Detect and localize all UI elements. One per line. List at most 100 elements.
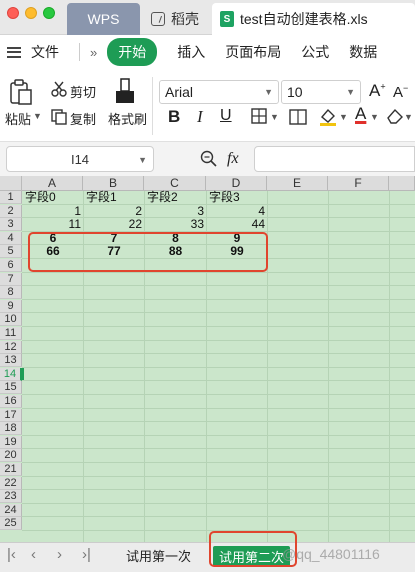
sheet-tab-1[interactable]: 试用第一次 — [126, 546, 191, 565]
format-painter-button[interactable]: 格式刷 — [108, 109, 147, 128]
cell-d3[interactable]: 44 — [207, 218, 267, 231]
first-sheet-icon[interactable]: |‹ — [7, 546, 16, 563]
grid-line — [22, 394, 415, 395]
merge-cells-icon[interactable] — [289, 107, 309, 127]
row-header-4[interactable]: 4 — [0, 232, 22, 245]
maximize-window-button[interactable] — [43, 7, 55, 19]
font-color-icon[interactable]: A — [355, 104, 366, 124]
grid-line — [22, 299, 415, 300]
row-header-12[interactable]: 12 — [0, 341, 22, 354]
copy-icon[interactable] — [51, 109, 67, 125]
paste-icon[interactable] — [9, 79, 33, 105]
tab-daoke[interactable]: 稻壳 — [143, 3, 213, 35]
eraser-icon[interactable] — [386, 108, 404, 124]
row-header-17[interactable]: 17 — [0, 409, 22, 422]
row-header-10[interactable]: 10 — [0, 313, 22, 326]
row-header-15[interactable]: 15 — [0, 381, 22, 394]
menu-insert[interactable]: 插入 — [177, 42, 205, 62]
column-header-e[interactable]: E — [267, 176, 328, 191]
menu-page-layout[interactable]: 页面布局 — [225, 42, 281, 62]
column-header-c[interactable]: C — [144, 176, 206, 191]
row-header-6[interactable]: 6 — [0, 259, 22, 272]
daoke-icon — [151, 12, 165, 26]
chevron-right-icon[interactable]: » — [90, 45, 97, 60]
column-header-a[interactable]: A — [22, 176, 83, 191]
font-family-select[interactable]: Arial ▼ — [159, 80, 279, 104]
chevron-down-icon[interactable]: ▼ — [370, 112, 379, 122]
decrease-font-icon[interactable]: A− — [393, 83, 408, 101]
row-header-8[interactable]: 8 — [0, 286, 22, 299]
spreadsheet-grid[interactable]: A B C D E F 1 2 3 4 5 6 7 8 9 10 11 12 1… — [0, 176, 415, 542]
chevron-down-icon[interactable]: ▼ — [270, 112, 279, 122]
format-painter-icon[interactable] — [114, 78, 136, 106]
bold-icon[interactable]: B — [168, 107, 180, 127]
row-header-13[interactable]: 13 — [0, 354, 22, 367]
row-header-11[interactable]: 11 — [0, 327, 22, 340]
formula-input[interactable] — [254, 146, 415, 172]
cell-a1[interactable]: 字段0 — [23, 191, 83, 204]
tab-wps[interactable]: WPS — [67, 3, 140, 35]
prev-sheet-icon[interactable]: ‹ — [31, 546, 36, 563]
select-all-corner[interactable] — [0, 176, 22, 191]
cell-c1[interactable]: 字段2 — [145, 191, 206, 204]
row-header-19[interactable]: 19 — [0, 436, 22, 449]
row-header-9[interactable]: 9 — [0, 300, 22, 313]
fx-button[interactable]: fx — [227, 150, 239, 168]
scissors-icon[interactable] — [51, 81, 67, 97]
row-header-22[interactable]: 22 — [0, 477, 22, 490]
cell-a3[interactable]: 11 — [23, 218, 83, 231]
menu-file[interactable]: 文件 — [31, 42, 59, 62]
minimize-window-button[interactable] — [25, 7, 37, 19]
row-header-18[interactable]: 18 — [0, 422, 22, 435]
row-header-24[interactable]: 24 — [0, 504, 22, 517]
cut-button[interactable]: 剪切 — [70, 82, 96, 101]
row-header-3[interactable]: 3 — [0, 218, 22, 231]
font-family-value: Arial — [165, 84, 194, 100]
menu-formulas[interactable]: 公式 — [301, 42, 329, 62]
menu-divider — [79, 43, 80, 61]
underline-icon[interactable]: U — [220, 107, 232, 125]
chevron-down-icon[interactable]: ▼ — [404, 112, 413, 122]
column-header-f[interactable]: F — [328, 176, 389, 191]
grid-line — [22, 380, 415, 381]
column-header-b[interactable]: B — [83, 176, 144, 191]
grid-line — [22, 435, 415, 436]
increase-font-icon[interactable]: A+ — [369, 81, 386, 101]
menu-start[interactable]: 开始 — [107, 38, 158, 66]
spreadsheet-icon: S — [220, 11, 234, 27]
menu-data[interactable]: 数据 — [349, 42, 377, 62]
italic-icon[interactable]: I — [197, 107, 203, 127]
row-header-2[interactable]: 2 — [0, 205, 22, 218]
paste-button[interactable]: 粘贴 — [5, 109, 31, 128]
tab-document[interactable]: S test自动创建表格.xls — [212, 3, 415, 35]
row-header-23[interactable]: 23 — [0, 490, 22, 503]
cell-b3[interactable]: 22 — [84, 218, 144, 231]
close-window-button[interactable] — [7, 7, 19, 19]
row-header-25[interactable]: 25 — [0, 517, 22, 530]
next-sheet-icon[interactable]: › — [57, 546, 62, 563]
row-header-1[interactable]: 1 — [0, 191, 22, 204]
formula-bar: I14 ▼ fx — [0, 142, 415, 176]
cell-d1[interactable]: 字段3 — [207, 191, 267, 204]
row-header-14[interactable]: 14 — [0, 368, 22, 381]
row-header-5[interactable]: 5 — [0, 245, 22, 258]
last-sheet-icon[interactable]: ›| — [82, 546, 91, 563]
row-header-20[interactable]: 20 — [0, 449, 22, 462]
column-header-d[interactable]: D — [206, 176, 267, 191]
row-header-16[interactable]: 16 — [0, 395, 22, 408]
font-size-select[interactable]: 10 ▼ — [281, 80, 361, 104]
watermark: @qq_44801116 — [282, 546, 380, 562]
hamburger-menu-icon[interactable] — [7, 46, 21, 58]
name-box[interactable]: I14 ▼ — [6, 146, 154, 172]
cell-c3[interactable]: 33 — [145, 218, 206, 231]
fill-color-icon[interactable] — [318, 107, 340, 127]
copy-button[interactable]: 复制 — [70, 109, 96, 128]
chevron-down-icon[interactable]: ▼ — [339, 112, 348, 122]
cell-b1[interactable]: 字段1 — [84, 191, 144, 204]
column-header-g[interactable] — [389, 176, 415, 191]
row-header-7[interactable]: 7 — [0, 273, 22, 286]
zoom-icon[interactable] — [200, 150, 218, 168]
row-header-21[interactable]: 21 — [0, 463, 22, 476]
border-icon[interactable] — [251, 108, 267, 124]
paste-dropdown-icon[interactable]: ▼ — [33, 111, 42, 121]
